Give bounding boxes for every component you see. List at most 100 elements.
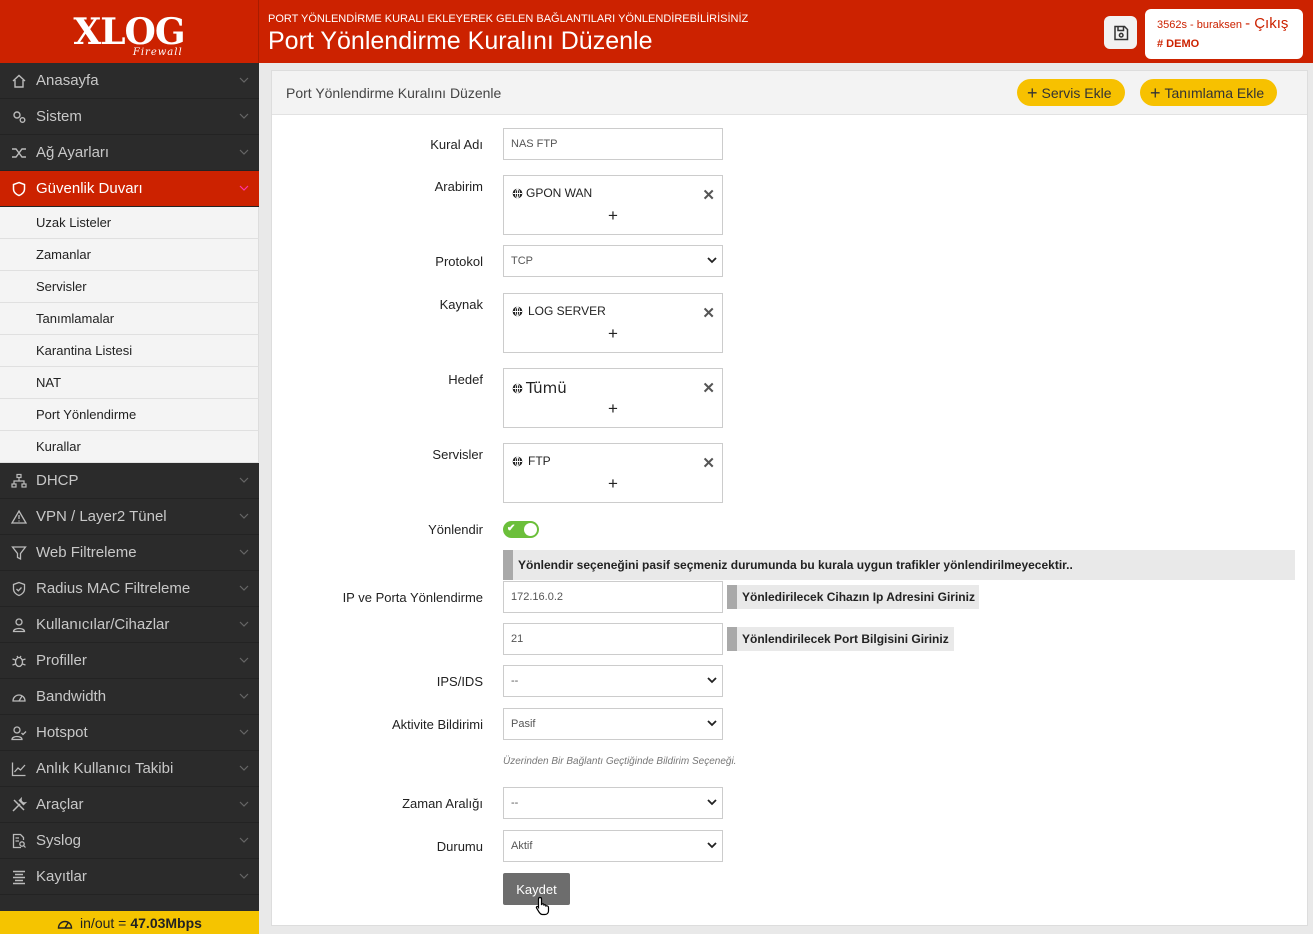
chevron-down-icon [239, 185, 249, 191]
rule-name-input[interactable]: NAS FTP [503, 128, 723, 160]
chevron-down-icon [239, 113, 249, 119]
logo[interactable]: XLOG Firewall [0, 0, 259, 63]
activity-notification-value: Pasif [511, 718, 536, 730]
save-config-button[interactable] [1104, 16, 1137, 49]
plus-icon: + [1150, 82, 1161, 103]
user-box: 3562s - buraksen - Çıkış # DEMO [1145, 9, 1303, 59]
check-icon: ✔ [507, 523, 516, 534]
remove-tag-icon[interactable]: ✕ [702, 186, 715, 204]
sitemap-icon [10, 472, 28, 490]
add-service-button[interactable]: + Servis Ekle [1017, 79, 1125, 106]
sidebar-subitem-remote-lists[interactable]: Uzak Listeler [0, 207, 259, 239]
redirect-toggle[interactable]: ✔ [503, 521, 539, 538]
sidebar-item-hotspot[interactable]: Hotspot [0, 715, 259, 751]
target-tagbox[interactable]: Tümü ✕ + [503, 368, 723, 428]
hand-cursor-icon [535, 896, 550, 916]
sidebar-item-label: Kullanıcılar/Cihazlar [36, 616, 170, 633]
toggle-knob [524, 523, 537, 536]
sidebar-item-label: Profiller [36, 652, 87, 669]
sidebar-item-logs[interactable]: Kayıtlar [0, 859, 259, 895]
logo-text: XLOG Firewall [73, 14, 185, 58]
chevron-down-icon [239, 765, 249, 771]
add-tag-icon[interactable]: + [608, 474, 618, 494]
floppy-disk-icon [1113, 25, 1128, 40]
status-value: Aktif [511, 840, 533, 852]
interface-tagbox[interactable]: GPON WAN ✕ + [503, 175, 723, 235]
sidebar-item-profiles[interactable]: Profiller [0, 643, 259, 679]
add-definition-label: Tanımlama Ekle [1164, 84, 1265, 101]
list-icon [10, 868, 28, 886]
sidebar-item-firewall[interactable]: Güvenlik Duvarı [0, 171, 259, 207]
sidebar-item-bandwidth[interactable]: Bandwidth [0, 679, 259, 715]
home-icon [10, 72, 28, 90]
ip-port-label: IP ve Porta Yönlendirme [342, 590, 483, 605]
warning-icon [10, 508, 28, 526]
top-header: PORT YÖNLENDİRME KURALI EKLEYEREK GELEN … [259, 0, 1313, 63]
panel-title: Port Yönlendirme Kuralını Düzenle [286, 85, 502, 101]
gears-icon [10, 108, 28, 126]
gauge-icon [10, 688, 28, 706]
sidebar-item-web-filter[interactable]: Web Filtreleme [0, 535, 259, 571]
bug-icon [10, 652, 28, 670]
status-select[interactable]: Aktif [503, 830, 723, 862]
sidebar-item-system[interactable]: Sistem [0, 99, 259, 135]
chevron-down-icon [239, 657, 249, 663]
interface-label: Arabirim [434, 179, 483, 194]
logo-subtitle: Firewall [132, 46, 183, 58]
sidebar-item-label: Bandwidth [36, 688, 107, 705]
protocol-select[interactable]: TCP [503, 245, 723, 277]
globe-icon [512, 383, 523, 393]
sidebar-subitem-services[interactable]: Servisler [0, 271, 259, 303]
time-range-select[interactable]: -- [503, 787, 723, 819]
sidebar-item-users-devices[interactable]: Kullanıcılar/Cihazlar [0, 607, 259, 643]
add-tag-icon[interactable]: + [608, 324, 618, 344]
target-port-input[interactable]: 21 [503, 623, 723, 655]
protocol-value: TCP [511, 255, 533, 267]
sidebar-subitem-schedules[interactable]: Zamanlar [0, 239, 259, 271]
sidebar-subitem-quarantine[interactable]: Karantina Listesi [0, 335, 259, 367]
services-tagbox[interactable]: FTP ✕ + [503, 443, 723, 503]
sidebar-subitem-port-forwarding[interactable]: Port Yönlendirme [0, 399, 259, 431]
services-label: Servisler [432, 447, 483, 462]
sidebar-item-dhcp[interactable]: DHCP [0, 463, 259, 499]
sidebar-item-home[interactable]: Anasayfa [0, 63, 259, 99]
plus-icon: + [1027, 82, 1038, 103]
logout-link[interactable]: - Çıkış [1245, 15, 1288, 32]
chevron-down-icon [707, 677, 717, 684]
remove-tag-icon[interactable]: ✕ [702, 379, 715, 397]
interface-tag-label: GPON WAN [526, 186, 593, 200]
chevron-down-icon [239, 549, 249, 555]
sidebar-item-syslog[interactable]: Syslog [0, 823, 259, 859]
header-subtitle: PORT YÖNLENDİRME KURALI EKLEYEREK GELEN … [268, 13, 749, 25]
sidebar-subitem-rules[interactable]: Kurallar [0, 431, 259, 463]
ips-ids-label: IPS/IDS [436, 674, 483, 689]
remove-tag-icon[interactable]: ✕ [702, 304, 715, 322]
sidebar-item-label: Araçlar [36, 796, 84, 813]
target-ip-input[interactable]: 172.16.0.2 [503, 581, 723, 613]
source-tagbox[interactable]: LOG SERVER ✕ + [503, 293, 723, 353]
redirect-label: Yönlendir [428, 522, 483, 537]
remove-tag-icon[interactable]: ✕ [702, 454, 715, 472]
sidebar-item-live-users[interactable]: Anlık Kullanıcı Takibi [0, 751, 259, 787]
ips-ids-select[interactable]: -- [503, 665, 723, 697]
ips-ids-value: -- [511, 675, 519, 687]
add-tag-icon[interactable]: + [608, 399, 618, 419]
sidebar-subitem-definitions[interactable]: Tanımlamalar [0, 303, 259, 335]
sidebar-subitem-nat[interactable]: NAT [0, 367, 259, 399]
sidebar-item-radius-mac[interactable]: Radius MAC Filtreleme [0, 571, 259, 607]
username[interactable]: 3562s - buraksen [1157, 19, 1242, 31]
chevron-down-icon [239, 513, 249, 519]
source-tag: LOG SERVER [512, 304, 606, 318]
status-label: Durumu [436, 839, 483, 854]
add-service-label: Servis Ekle [1041, 84, 1112, 101]
chart-line-icon [10, 760, 28, 778]
sidebar-item-network[interactable]: Ağ Ayarları [0, 135, 259, 171]
sidebar-item-tools[interactable]: Araçlar [0, 787, 259, 823]
chevron-down-icon [239, 149, 249, 155]
activity-notification-select[interactable]: Pasif [503, 708, 723, 740]
add-definition-button[interactable]: + Tanımlama Ekle [1140, 79, 1278, 106]
sidebar-item-vpn[interactable]: VPN / Layer2 Tünel [0, 499, 259, 535]
target-label: Hedef [448, 372, 483, 387]
add-tag-icon[interactable]: + [608, 206, 618, 226]
chevron-down-icon [239, 729, 249, 735]
